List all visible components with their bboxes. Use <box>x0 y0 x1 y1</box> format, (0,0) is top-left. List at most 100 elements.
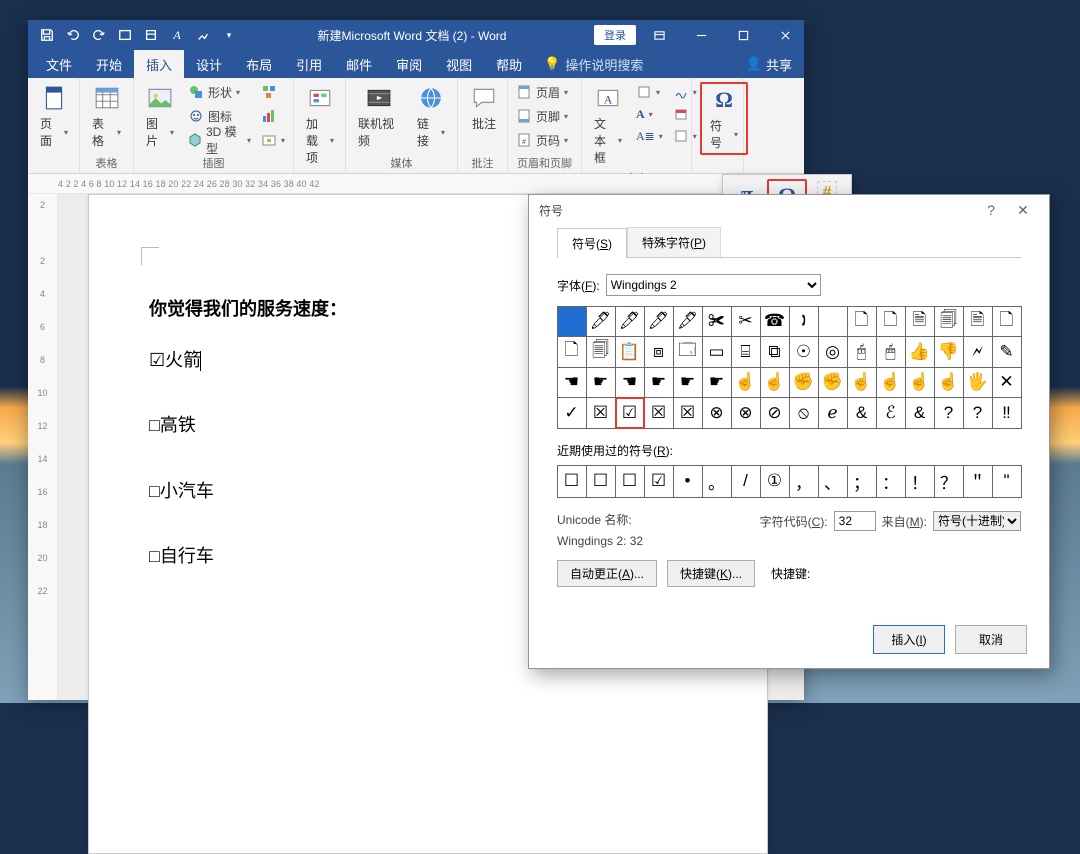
symbol-cell[interactable]: ⧈ <box>644 336 674 368</box>
shapes-button[interactable]: 形状 ▾ <box>188 82 251 102</box>
symbol-cell[interactable]: 🗎 <box>963 306 993 338</box>
symbol-cell[interactable]: ☛ <box>586 367 616 399</box>
symbol-cell[interactable]: ☝ <box>760 367 790 399</box>
tab-symbols[interactable]: 符号(S) <box>557 228 627 258</box>
symbol-cell[interactable]: ✊ <box>789 367 819 399</box>
symbol-cell[interactable]: ⊗ <box>702 397 732 429</box>
tab-mailings[interactable]: 邮件 <box>334 50 384 78</box>
symbol-cell[interactable]: 🗐 <box>586 336 616 368</box>
recent-symbol-cell[interactable]: ☑ <box>644 465 674 498</box>
symbol-cell[interactable]: ? <box>963 397 993 429</box>
tab-home[interactable]: 开始 <box>84 50 134 78</box>
symbol-cell[interactable]: 👍 <box>905 336 935 368</box>
screenshot-button[interactable]: ▾ <box>261 130 285 150</box>
symbol-cell[interactable]: ✀ <box>702 306 732 338</box>
recent-symbol-cell[interactable]: ？ <box>934 465 964 498</box>
symbol-cell[interactable]: 🖊 <box>644 306 674 338</box>
symbol-cell[interactable]: 🕽 <box>789 306 819 338</box>
symbol-cell[interactable]: ▭ <box>702 336 732 368</box>
recent-symbol-cell[interactable]: ： <box>876 465 906 498</box>
symbol-cell[interactable]: 🗋 <box>992 306 1022 338</box>
addins-button[interactable]: 加载项▾ <box>302 82 338 168</box>
symbol-cell[interactable]: 🖐 <box>963 367 993 399</box>
symbol-cell[interactable]: ⧉ <box>760 336 790 368</box>
recent-symbol-cell[interactable]: ； <box>847 465 877 498</box>
symbol-cell[interactable]: ☛ <box>673 367 703 399</box>
tab-insert[interactable]: 插入 <box>134 50 184 78</box>
share-button[interactable]: 👤 共享 <box>734 50 804 78</box>
symbol-cell[interactable]: ☑ <box>615 397 645 429</box>
symbol-cell[interactable]: 🗋 <box>847 306 877 338</box>
undo-icon[interactable] <box>62 24 84 46</box>
qat-icon[interactable] <box>114 24 136 46</box>
symbol-cell[interactable]: ☝ <box>905 367 935 399</box>
comment-button[interactable]: 批注 <box>466 82 502 134</box>
footer-button[interactable]: 页脚 ▾ <box>516 106 568 126</box>
charcode-input[interactable] <box>834 511 876 531</box>
tab-file[interactable]: 文件 <box>34 50 84 78</box>
symbol-cell[interactable]: ✎ <box>992 336 1022 368</box>
tab-help[interactable]: 帮助 <box>484 50 534 78</box>
symbol-cell[interactable]: ✕ <box>992 367 1022 399</box>
text-mini-button[interactable]: ▾ <box>636 82 663 102</box>
qat-icon[interactable] <box>140 24 162 46</box>
symbol-cell[interactable]: ? <box>934 397 964 429</box>
symbol-cell[interactable]: ℰ <box>876 397 906 429</box>
symbol-cell[interactable]: ☒ <box>673 397 703 429</box>
symbol-cell[interactable]: ☚ <box>615 367 645 399</box>
symbol-cell[interactable]: 🗐 <box>934 306 964 338</box>
3dmodel-button[interactable]: 3D 模型 ▾ <box>188 130 251 150</box>
vertical-ruler[interactable]: 22 468 101214 161820 22 <box>28 194 58 700</box>
symbol-cell[interactable]: ⌸ <box>731 336 761 368</box>
tab-review[interactable]: 审阅 <box>384 50 434 78</box>
symbol-cell[interactable]: ☛ <box>702 367 732 399</box>
recent-symbol-cell[interactable]: ☐ <box>586 465 616 498</box>
horizontal-ruler[interactable]: 4 2 2 4 6 8 10 12 14 16 18 20 22 24 26 2… <box>28 174 804 194</box>
symbol-cell[interactable] <box>557 306 587 338</box>
symbol-cell[interactable]: ℯ <box>818 397 848 429</box>
close-icon[interactable] <box>766 20 804 50</box>
pages-button[interactable]: 页面▾ <box>36 82 72 151</box>
wordart-button[interactable]: A▾ <box>636 104 663 124</box>
recent-symbol-cell[interactable]: ☐ <box>557 465 587 498</box>
recent-symbol-cell[interactable]: ， <box>789 465 819 498</box>
tab-view[interactable]: 视图 <box>434 50 484 78</box>
pictures-button[interactable]: 图片▾ <box>142 82 178 151</box>
symbol-cell[interactable]: ☝ <box>731 367 761 399</box>
tab-layout[interactable]: 布局 <box>234 50 284 78</box>
header-button[interactable]: 页眉 ▾ <box>516 82 568 102</box>
symbol-cell[interactable]: ☉ <box>789 336 819 368</box>
symbol-cell[interactable]: ‼ <box>992 397 1022 429</box>
symbol-cell[interactable]: 👎 <box>934 336 964 368</box>
dialog-help-icon[interactable]: ? <box>975 202 1007 218</box>
tab-specialchars[interactable]: 特殊字符(P) <box>627 227 721 257</box>
tab-references[interactable]: 引用 <box>284 50 334 78</box>
symbol-cell[interactable]: ✂ <box>731 306 761 338</box>
font-select[interactable]: Wingdings 2 <box>606 274 821 296</box>
recent-symbol-cell[interactable]: " <box>992 465 1022 498</box>
symbol-cell[interactable]: 🗋 <box>876 306 906 338</box>
pagenum-button[interactable]: #页码 ▾ <box>516 130 568 150</box>
symbol-cell[interactable]: ☝ <box>876 367 906 399</box>
symbol-cell[interactable]: ☝ <box>934 367 964 399</box>
symbol-cell[interactable]: ☒ <box>586 397 616 429</box>
symbol-cell[interactable]: ☛ <box>644 367 674 399</box>
symbol-cell[interactable]: ⊘ <box>760 397 790 429</box>
minimize-icon[interactable] <box>682 20 720 50</box>
qat-more-icon[interactable]: ▾ <box>218 24 240 46</box>
smartart-button[interactable] <box>261 82 285 102</box>
symbol-cell[interactable]: ☝ <box>847 367 877 399</box>
maximize-icon[interactable] <box>724 20 762 50</box>
from-select[interactable]: 符号(十进制) <box>933 511 1021 531</box>
symbol-cell[interactable]: 📋 <box>615 336 645 368</box>
links-button[interactable]: 链接▾ <box>413 82 449 151</box>
recent-symbol-cell[interactable]: / <box>731 465 761 498</box>
textbox-button[interactable]: A 文本框▾ <box>590 82 626 168</box>
onlinevideo-button[interactable]: 联机视频 <box>354 82 403 151</box>
tab-design[interactable]: 设计 <box>184 50 234 78</box>
shortcut-button[interactable]: 快捷键(K)... <box>667 560 755 587</box>
symbol-cell[interactable]: ⦸ <box>789 397 819 429</box>
symbol-cell[interactable]: & <box>905 397 935 429</box>
symbol-cell[interactable]: ✓ <box>557 397 587 429</box>
dialog-close-icon[interactable]: ✕ <box>1007 202 1039 219</box>
